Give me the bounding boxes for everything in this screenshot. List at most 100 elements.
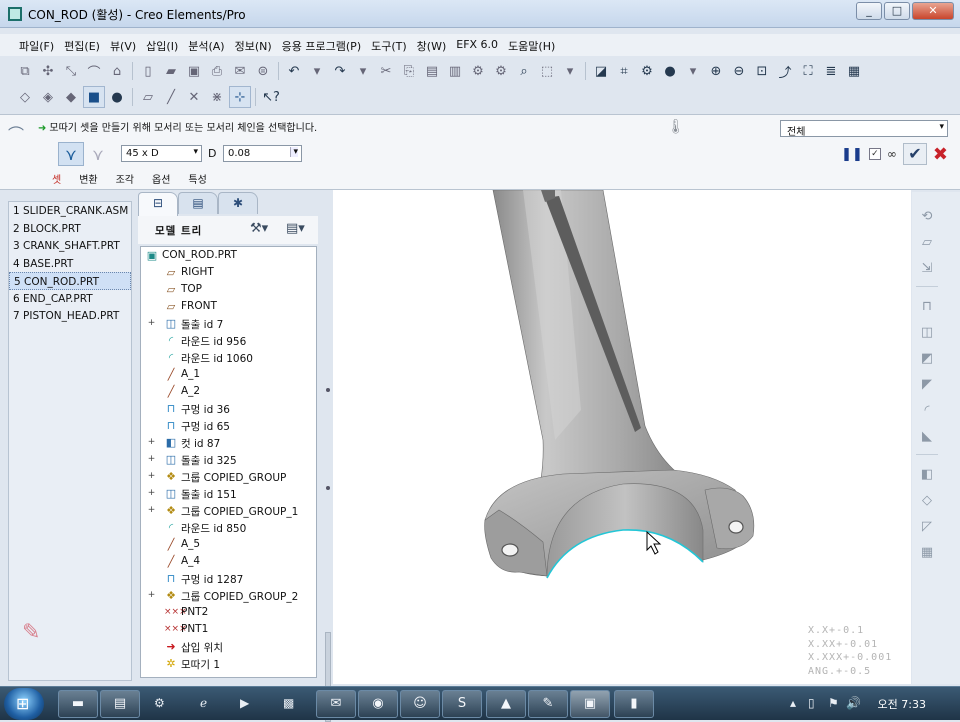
appearance-sphere-icon[interactable]: ● [659,60,681,82]
hole-tool-icon[interactable]: ⊓ [916,296,938,318]
tree-item[interactable]: ◜ 라운드 id 1060 [141,349,316,366]
mirror-tool-icon[interactable]: ◧ [916,464,938,486]
tab-folder-browser[interactable]: ▤ [178,192,218,214]
regenerate-icon[interactable]: ⚙ [467,60,489,82]
sketch-datum-icon[interactable]: ⟲ [916,206,938,228]
plane-display-icon[interactable]: ▱ [137,86,159,108]
point-toggle-icon[interactable]: ✕ [183,86,205,108]
tree-item[interactable]: + ◫ 돌출 id 325 [141,451,316,468]
zoom-in-icon[interactable]: ⊕ [705,60,727,82]
tree-item[interactable]: ╱ A_2 [141,383,316,400]
save-icon[interactable]: ▣ [183,60,205,82]
expand-plus-icon[interactable]: + [147,472,156,481]
tab-pieces[interactable]: 조각 [116,171,134,186]
tree-item[interactable]: ⊓ 구멍 id 36 [141,400,316,417]
taskbar-draw-icon[interactable]: ✎ [528,690,568,718]
expand-plus-icon[interactable]: + [147,506,156,515]
rib-tool-icon[interactable]: ◩ [916,348,938,370]
menu-applications[interactable]: 응용 프로그램(P) [277,34,366,58]
no-hidden-icon[interactable]: ◆ [60,86,82,108]
sketch-icon[interactable]: ◪ [590,60,612,82]
menu-insert[interactable]: 삽입(I) [141,34,183,58]
ok-button[interactable]: ✔ [902,143,927,165]
draft-tool-icon[interactable]: ◤ [916,374,938,396]
taskbar-ie-icon[interactable]: ℯ [200,696,207,710]
tray-flag-icon[interactable]: ⚑ [828,696,839,710]
expand-plus-icon[interactable]: + [147,455,156,464]
tab-model-tree[interactable]: ⊟ [138,192,178,216]
window-item[interactable]: 7 PISTON_HEAD.PRT [9,307,131,325]
tree-item[interactable]: + ❖ 그룹 COPIED_GROUP_1 [141,502,316,519]
taskbar-settings-icon[interactable]: ⚙ [154,696,165,710]
expand-plus-icon[interactable]: + [147,489,156,498]
corner-chamfer-button[interactable]: ⋎ [86,142,110,166]
tray-volume-icon[interactable]: 🔊 [846,696,861,710]
zoom-out-icon[interactable]: ⊖ [728,60,750,82]
tree-item[interactable]: ××× PNT2 [141,604,316,621]
view-manager-icon[interactable]: ▦ [843,60,865,82]
redo-icon[interactable]: ↷ [329,60,351,82]
tree-item[interactable]: ××× PNT1 [141,621,316,638]
layers-icon[interactable]: ≣ [820,60,842,82]
point-display-icon[interactable]: ⤡ [60,60,82,82]
window-item[interactable]: 1 SLIDER_CRANK.ASM [9,202,131,220]
chevron-down-icon[interactable]: ▾ [939,122,944,132]
taskbar-explorer-icon[interactable]: ▬ [58,690,98,718]
taskbar-notepad-icon[interactable]: ▤ [100,690,140,718]
start-button[interactable]: ⊞ [4,688,44,720]
redo-dropdown-icon[interactable]: ▾ [352,60,374,82]
tree-item[interactable]: ╱ A_5 [141,536,316,553]
taskbar-skype-icon[interactable]: S [442,690,482,718]
taskbar-media-icon[interactable]: ▶ [240,696,249,710]
menu-window[interactable]: 창(W) [412,34,452,58]
tree-item[interactable]: ⊓ 구멍 id 65 [141,417,316,434]
tree-columns-icon[interactable]: ▤▾ [286,221,305,236]
saved-views-icon[interactable]: ⛶ [797,60,819,82]
tree-item[interactable]: ▱ RIGHT [141,264,316,281]
taskbar-mail-icon[interactable]: ✉ [316,690,356,718]
selection-filter[interactable]: 전체 ▾ [780,120,948,138]
undo-dropdown-icon[interactable]: ▾ [306,60,328,82]
minimize-button[interactable]: _ [856,2,882,20]
close-button[interactable]: ✕ [912,2,954,20]
paste-icon[interactable]: ▤ [421,60,443,82]
annotation-display-icon[interactable]: ⌂ [106,60,128,82]
wireframe-icon[interactable]: ◇ [14,86,36,108]
window-item[interactable]: 2 BLOCK.PRT [9,220,131,238]
expand-plus-icon[interactable]: + [147,591,156,600]
model-tree-settings-icon[interactable]: ⚙ [636,60,658,82]
window-item[interactable]: 6 END_CAP.PRT [9,290,131,308]
panel-sash[interactable] [324,192,332,722]
maximize-button[interactable]: □ [884,2,910,20]
tree-item[interactable]: ▱ TOP [141,281,316,298]
tray-expand-icon[interactable]: ▴ [790,696,796,710]
regen-manager-icon[interactable]: ⚙ [490,60,512,82]
chamfer-tool-icon[interactable]: ◣ [916,426,938,448]
shading-icon[interactable]: ■ [83,86,105,108]
round-tool-icon[interactable]: ◜ [916,400,938,422]
enhanced-realism-icon[interactable]: ● [106,86,128,108]
taskbar-messenger-icon[interactable]: ☺ [400,690,440,718]
email-link-icon[interactable]: ⊜ [252,60,274,82]
taskbar-paint-icon[interactable]: ▩ [283,696,294,710]
tree-item[interactable]: ╱ A_1 [141,366,316,383]
chevron-down-icon[interactable]: ▾ [290,147,298,157]
copy-icon[interactable]: ⎘ [398,60,420,82]
new-file-icon[interactable]: ▯ [137,60,159,82]
tray-network-icon[interactable]: ▯ [808,696,815,710]
expand-plus-icon[interactable]: + [147,319,156,328]
datum-display-icon[interactable]: ⧉ [14,60,36,82]
tab-options[interactable]: 옵션 [152,171,170,186]
cut-icon[interactable]: ✂ [375,60,397,82]
menu-tools[interactable]: 도구(T) [366,34,412,58]
open-folder-icon[interactable]: ▰ [160,60,182,82]
tree-item[interactable]: ▱ FRONT [141,298,316,315]
tree-item[interactable]: + ◧ 컷 id 87 [141,434,316,451]
spin-center-icon[interactable]: ⊹ [229,86,251,108]
appearance-dropdown-icon[interactable]: ▾ [682,60,704,82]
tree-item[interactable]: + ❖ 그룹 COPIED_GROUP_2 [141,587,316,604]
tree-item[interactable]: ╱ A_4 [141,553,316,570]
menu-info[interactable]: 정보(N) [230,34,277,58]
tree-item[interactable]: ◜ 라운드 id 850 [141,519,316,536]
pause-button[interactable]: ❚❚ [841,147,863,162]
